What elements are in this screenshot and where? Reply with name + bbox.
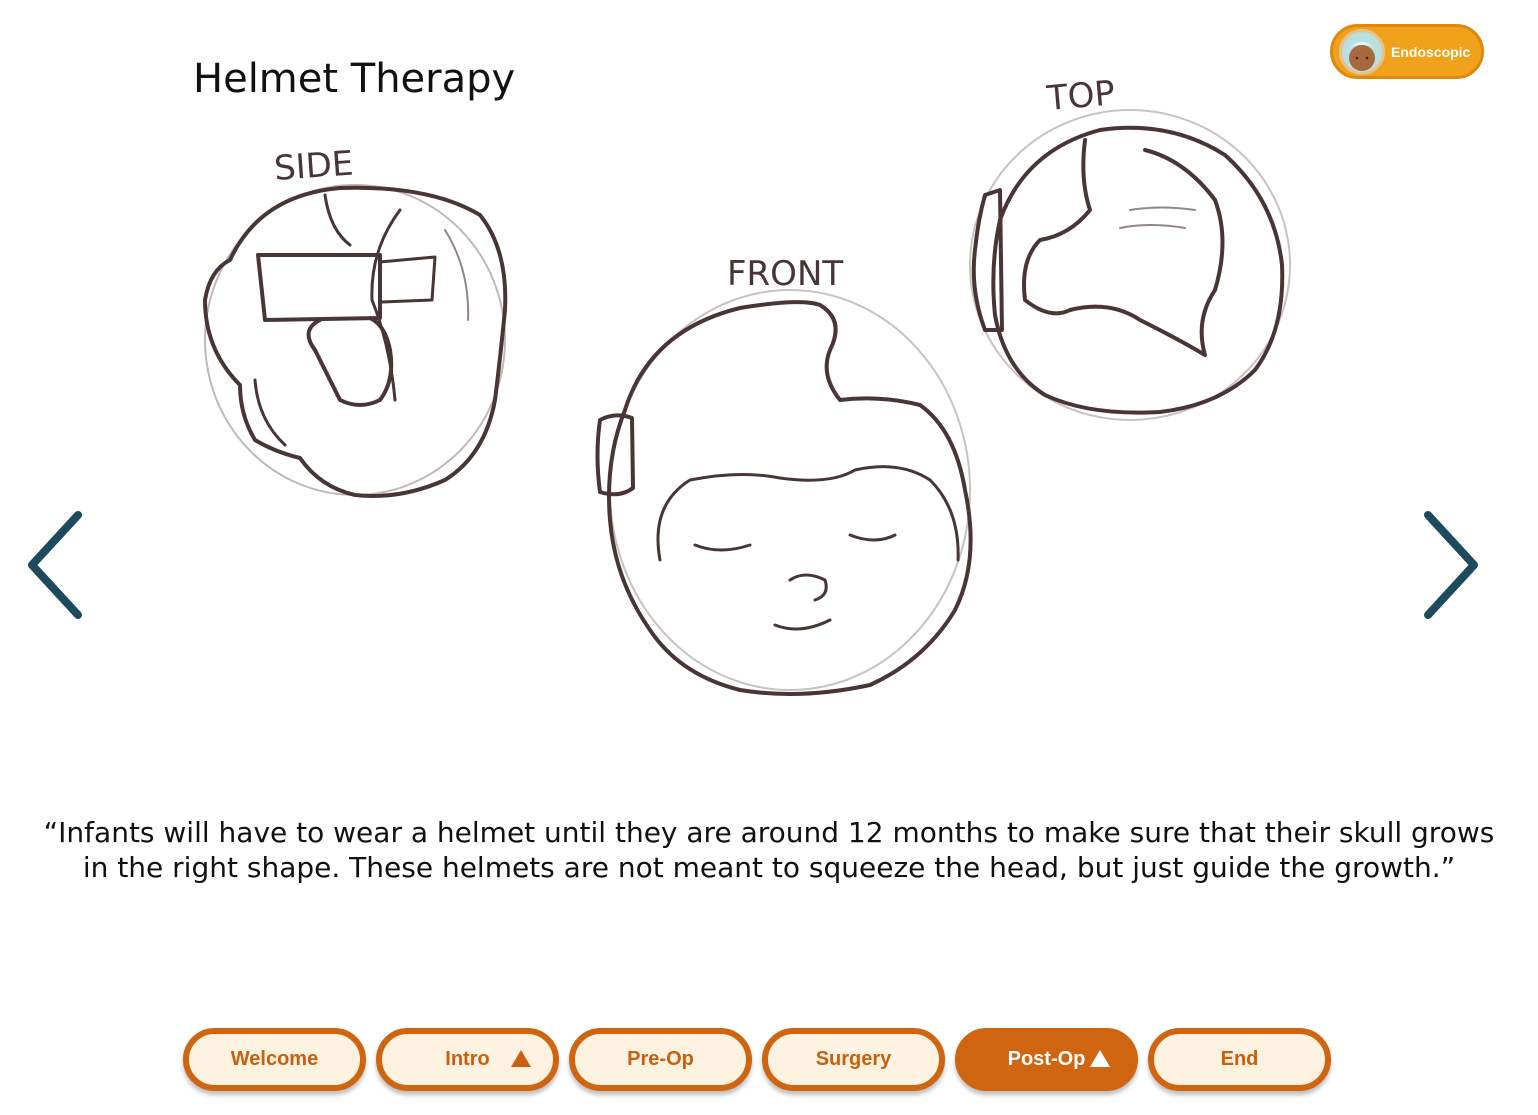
- nav-intro-button[interactable]: Intro: [376, 1028, 559, 1091]
- nav-preop-button[interactable]: Pre-Op: [569, 1028, 752, 1091]
- top-view-sketch: TOP: [969, 73, 1291, 421]
- nav-welcome-button[interactable]: Welcome: [183, 1028, 366, 1091]
- previous-arrow-icon[interactable]: [20, 505, 90, 625]
- slide-caption: “Infants will have to wear a helmet unti…: [43, 816, 1495, 884]
- front-view-sketch: FRONT: [595, 254, 973, 696]
- nav-postop-button[interactable]: Post-Op: [955, 1028, 1138, 1091]
- nav-end-button[interactable]: End: [1148, 1028, 1331, 1091]
- side-label: SIDE: [273, 144, 355, 189]
- nav-surgery-button[interactable]: Surgery: [762, 1028, 945, 1091]
- triangle-up-icon: [511, 1050, 531, 1067]
- next-arrow-icon[interactable]: [1416, 505, 1486, 625]
- triangle-up-icon: [1090, 1050, 1110, 1067]
- section-navigation: Welcome Intro Pre-Op Surgery Post-Op End: [183, 1028, 1331, 1091]
- helmet-sketches-illustration: SIDE FRONT TOP: [203, 73, 1291, 696]
- front-label: FRONT: [727, 254, 843, 294]
- side-view-sketch: SIDE: [203, 144, 508, 498]
